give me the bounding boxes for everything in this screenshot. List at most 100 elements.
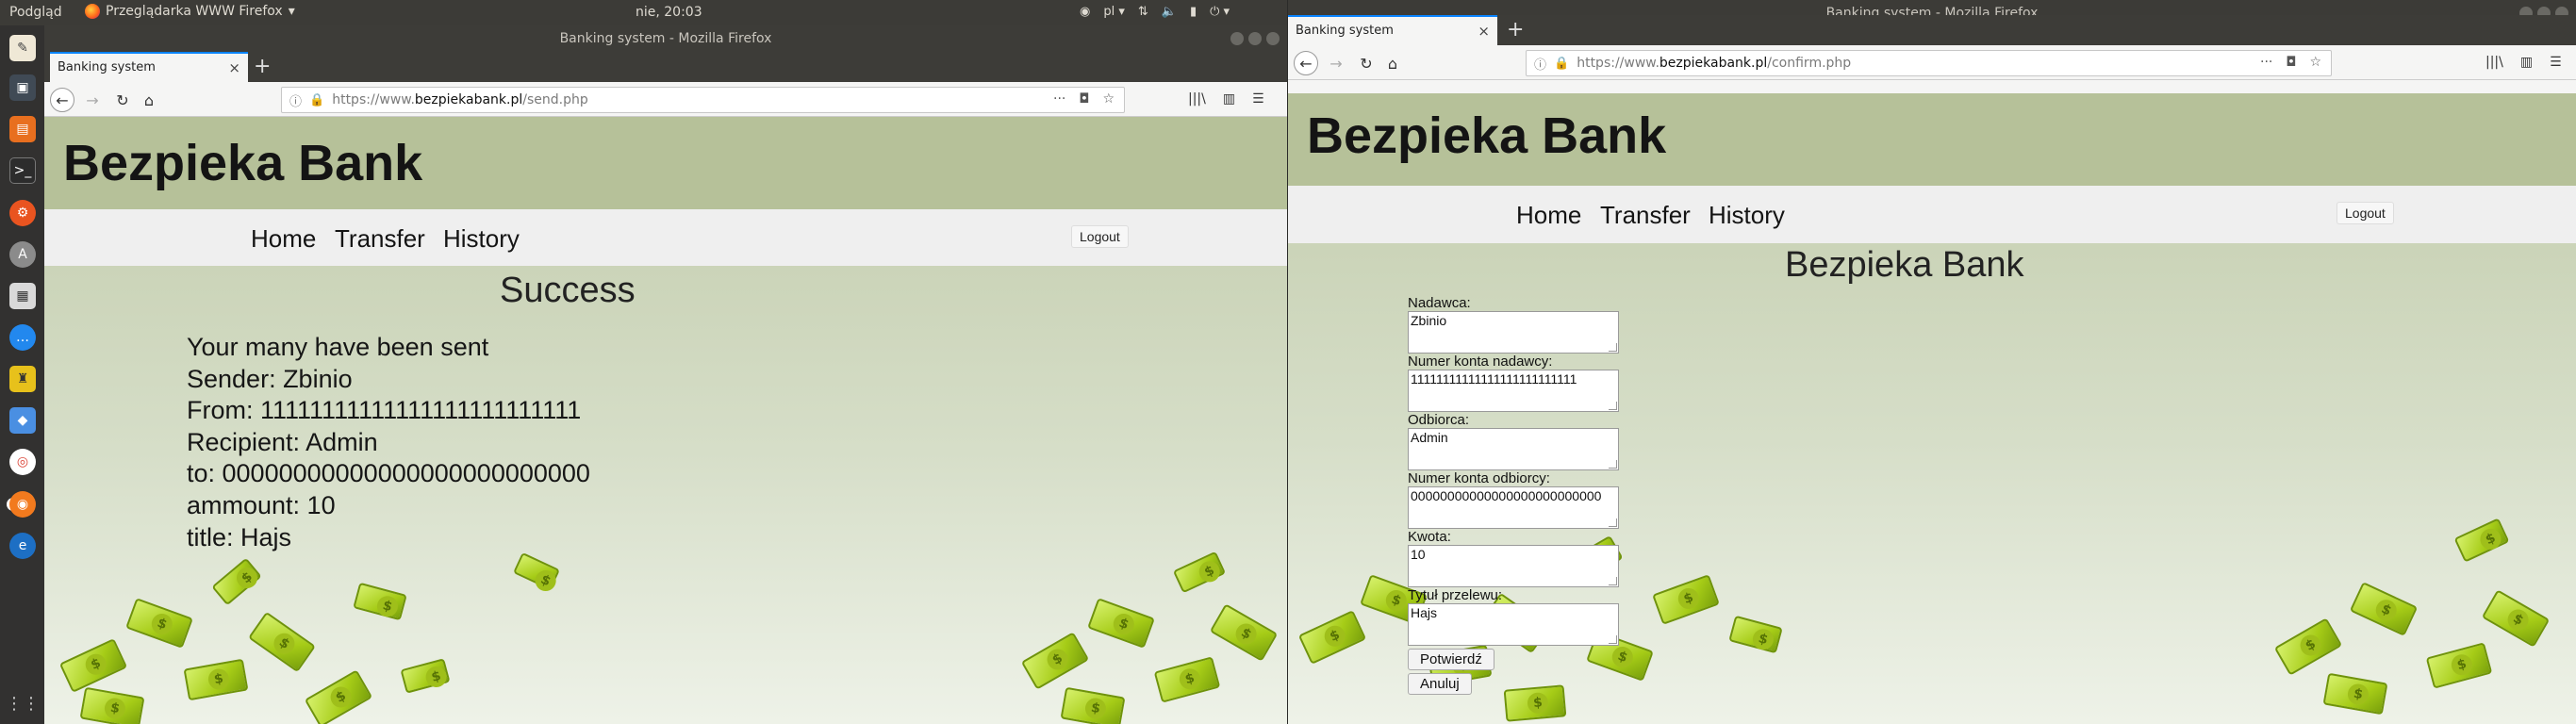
- nav-transfer-link[interactable]: Transfer: [335, 224, 425, 254]
- top-panel: Podgląd Przeglądarka WWW Firefox ▾ nie, …: [0, 0, 1287, 25]
- firefox-launcher-icon[interactable]: ◉: [9, 491, 36, 518]
- pocket-icon[interactable]: ◘: [2286, 55, 2296, 70]
- app-center-icon[interactable]: A: [9, 241, 36, 268]
- nav-home-link[interactable]: Home: [1516, 201, 1581, 230]
- pocket-icon[interactable]: ◘: [1079, 91, 1089, 107]
- clock[interactable]: nie, 20:03: [636, 5, 702, 20]
- right-toolbar-right: |||\ ▥ ☰: [2485, 55, 2562, 70]
- battery-icon[interactable]: ▮: [1190, 5, 1197, 19]
- firefox-app-menu[interactable]: Przeglądarka WWW Firefox ▾: [85, 4, 295, 19]
- recipient-field[interactable]: Admin: [1408, 428, 1619, 470]
- nav-history-link[interactable]: History: [1709, 201, 1785, 230]
- url-path: /confirm.php: [1767, 56, 1852, 71]
- info-icon[interactable]: ⓘ: [289, 91, 302, 109]
- nav-transfer-link[interactable]: Transfer: [1600, 201, 1691, 230]
- right-url-text: https://www.bezpiekabank.pl/confirm.php: [1577, 56, 1851, 71]
- sidebar-icon[interactable]: ▥: [1223, 91, 1235, 107]
- left-window-titlebar: Banking system - Mozilla Firefox: [44, 25, 1287, 52]
- sidebar-icon[interactable]: ▥: [2520, 55, 2533, 70]
- hamburger-menu-icon[interactable]: ☰: [2550, 55, 2562, 70]
- presentation-app-icon[interactable]: ▤: [9, 116, 36, 142]
- transfer-result: Your many have been sent Sender: Zbinio …: [187, 332, 590, 553]
- amount-field[interactable]: 10: [1408, 545, 1619, 587]
- nav-home-link[interactable]: Home: [251, 224, 316, 254]
- sender-account-field[interactable]: 11111111111111111111111111: [1408, 370, 1619, 412]
- library-icon[interactable]: |||\: [2485, 55, 2503, 70]
- forward-icon[interactable]: →: [80, 88, 105, 112]
- hamburger-menu-icon[interactable]: ☰: [1252, 91, 1264, 107]
- info-icon[interactable]: ⓘ: [1534, 55, 1546, 73]
- left-page: Bezpieka Bank Home Transfer History Logo…: [44, 117, 1287, 724]
- left-brand-title: Bezpieka Bank: [63, 135, 423, 191]
- network-icon[interactable]: ⇅: [1138, 5, 1148, 19]
- right-tab[interactable]: Banking system ×: [1288, 15, 1497, 45]
- url-host: bezpiekabank.pl: [1659, 56, 1768, 71]
- ie-icon[interactable]: e: [9, 533, 36, 559]
- confirm-button[interactable]: Potwierdź: [1408, 649, 1494, 670]
- bookmark-star-icon[interactable]: ☆: [1102, 91, 1115, 107]
- new-tab-icon[interactable]: +: [254, 55, 271, 78]
- bookmark-star-icon[interactable]: ☆: [2309, 55, 2321, 70]
- volume-icon[interactable]: 🔈: [1162, 5, 1177, 19]
- page-actions-icon[interactable]: ···: [2260, 55, 2272, 70]
- recipient-account-field[interactable]: 00000000000000000000000000: [1408, 486, 1619, 529]
- home-icon[interactable]: ⌂: [137, 88, 161, 112]
- logout-button[interactable]: Logout: [2337, 202, 2394, 224]
- show-apps-icon[interactable]: ⋮⋮: [6, 690, 40, 716]
- game-icon[interactable]: ♜: [9, 366, 36, 392]
- sender-label: Nadawca:: [1408, 295, 1471, 311]
- app-menu[interactable]: Podgląd: [9, 5, 62, 20]
- recipient-label: Odbiorca:: [1408, 412, 1470, 428]
- result-line: Your many have been sent: [187, 333, 489, 361]
- left-site-menu: Home Transfer History Logout: [44, 209, 1287, 266]
- left-toolbar-right: |||\ ▥ ☰: [1188, 91, 1264, 107]
- new-tab-icon[interactable]: +: [1507, 18, 1524, 41]
- right-site-header: Bezpieka Bank: [1288, 93, 2576, 186]
- logout-button[interactable]: Logout: [1071, 225, 1129, 248]
- recipient-account-label: Numer konta odbiorcy:: [1408, 470, 1550, 486]
- close-tab-icon[interactable]: ×: [228, 59, 240, 76]
- left-url-bar[interactable]: ⓘ 🔒 https://www.bezpiekabank.pl/send.php…: [281, 87, 1125, 113]
- close-icon[interactable]: [1266, 32, 1280, 45]
- right-url-bar[interactable]: ⓘ 🔒 https://www.bezpiekabank.pl/confirm.…: [1526, 50, 2332, 76]
- page-actions-icon[interactable]: ···: [1053, 91, 1065, 107]
- reload-icon[interactable]: ↻: [110, 88, 135, 112]
- home-icon[interactable]: ⌂: [1380, 51, 1405, 75]
- back-icon[interactable]: ←: [50, 88, 74, 112]
- language-indicator[interactable]: pl ▾: [1103, 5, 1125, 19]
- terminal-icon[interactable]: >_: [9, 157, 36, 184]
- messenger-icon[interactable]: …: [9, 324, 36, 351]
- minimize-icon[interactable]: [1230, 32, 1244, 45]
- right-brand-title: Bezpieka Bank: [1307, 107, 1667, 164]
- right-browser-window: Banking system - Mozilla Firefox Banking…: [1288, 0, 2576, 724]
- left-tab[interactable]: Banking system ×: [50, 52, 248, 82]
- left-url-text: https://www.bezpiekabank.pl/send.php: [332, 92, 588, 107]
- url-prefix: https://www.: [1577, 56, 1660, 71]
- left-window-controls: [1230, 32, 1280, 45]
- text-editor-icon[interactable]: ✎: [9, 35, 36, 61]
- system-monitor-icon[interactable]: ▣: [9, 74, 36, 101]
- transfer-title-field[interactable]: Hajs: [1408, 603, 1619, 646]
- cancel-button[interactable]: Anuluj: [1408, 673, 1472, 695]
- lock-icon[interactable]: 🔒: [1554, 57, 1569, 71]
- result-line: Sender: Zbinio: [187, 364, 353, 393]
- power-menu-icon[interactable]: ⏻ ▾: [1210, 5, 1230, 19]
- nav-history-link[interactable]: History: [443, 224, 520, 254]
- settings-icon[interactable]: ⚙: [9, 200, 36, 226]
- chrome-indicator-icon[interactable]: ◉: [1080, 5, 1090, 19]
- result-line: title: Hajs: [187, 522, 292, 551]
- indicator-area: ◉ pl ▾ ⇅ 🔈 ▮ ⏻ ▾: [1080, 5, 1230, 19]
- sender-field[interactable]: Zbinio: [1408, 311, 1619, 354]
- maximize-icon[interactable]: [1248, 32, 1262, 45]
- reload-icon[interactable]: ↻: [1354, 51, 1379, 75]
- library-icon[interactable]: |||\: [1188, 91, 1206, 107]
- forward-icon[interactable]: →: [1324, 51, 1348, 75]
- calculator-icon[interactable]: ▦: [9, 283, 36, 309]
- left-site-header: Bezpieka Bank: [44, 117, 1287, 209]
- chrome-icon[interactable]: ◎: [9, 449, 36, 475]
- package-icon[interactable]: ◆: [9, 407, 36, 434]
- lock-icon[interactable]: 🔒: [309, 93, 324, 107]
- close-tab-icon[interactable]: ×: [1478, 23, 1490, 40]
- right-page: Bezpieka Bank Home Transfer History Logo…: [1288, 93, 2576, 724]
- back-icon[interactable]: ←: [1294, 51, 1318, 75]
